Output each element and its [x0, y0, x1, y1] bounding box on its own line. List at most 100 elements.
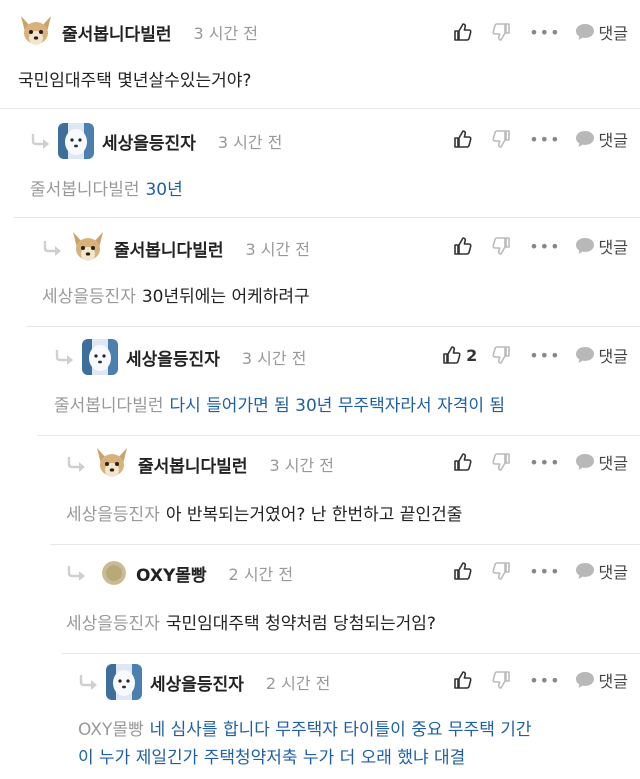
reply-button[interactable]: 댓글	[575, 668, 628, 692]
comment-body: 세상을등진자 국민임대주택 청약처럼 당첨되는거임?	[66, 609, 436, 634]
comment-author[interactable]: OXY몰빵	[136, 561, 207, 586]
dislike-button[interactable]	[491, 561, 511, 581]
reply-arrow-icon	[30, 133, 50, 149]
thumbs-down-icon	[491, 129, 511, 149]
like-button[interactable]	[453, 236, 477, 256]
thumbs-up-icon	[453, 22, 473, 42]
like-count: 2	[466, 345, 478, 365]
reply-label: 댓글	[598, 672, 628, 691]
comment-text: 아 반복되는거였어? 난 한번하고 끝인건줄	[165, 505, 463, 525]
like-button[interactable]	[453, 452, 477, 472]
speech-bubble-icon	[575, 453, 595, 471]
dislike-button[interactable]	[491, 345, 511, 365]
comment-body: OXY몰빵 네 심사를 합니다 무주택자 타이틀이 중요 무주택 기간 이 누가 …	[78, 716, 532, 772]
dislike-button[interactable]	[491, 452, 511, 472]
avatar[interactable]	[82, 339, 118, 375]
thumbs-up-icon	[442, 345, 462, 365]
dislike-button[interactable]	[491, 670, 511, 690]
mention-tag[interactable]: 세상을등진자	[66, 505, 160, 525]
thumbs-down-icon	[491, 345, 511, 365]
reply-arrow-icon	[66, 456, 86, 472]
comment-author[interactable]: 세상을등진자	[150, 670, 244, 695]
more-options-button[interactable]: •••	[529, 23, 560, 42]
speech-bubble-icon	[575, 671, 595, 689]
reply-button[interactable]: 댓글	[575, 343, 628, 367]
comment-item: 세상을등진자 2 시간 전 ••• 댓글 OXY몰빵 네 심사를 합니다 무주택자…	[0, 654, 640, 779]
reply-label: 댓글	[598, 563, 628, 582]
more-options-button[interactable]: •••	[529, 130, 560, 149]
comment-text-continued: 이 누가 제일긴가 주택청약저축 누가 더 오래 했냐 대결	[78, 748, 466, 768]
reply-arrow-icon	[54, 349, 74, 365]
comment-body: 줄서봅니다빌런 30년	[30, 175, 183, 200]
comment-author[interactable]: 줄서봅니다빌런	[138, 452, 247, 477]
comment-time: 3 시간 전	[217, 133, 283, 152]
comment-item: OXY몰빵 2 시간 전 ••• 댓글 세상을등진자 국민임대주택 청약처럼 당첨…	[0, 545, 640, 653]
speech-bubble-icon	[575, 23, 595, 41]
mention-tag[interactable]: 세상을등진자	[42, 287, 136, 307]
thumbs-up-icon	[453, 670, 473, 690]
mention-tag[interactable]: 줄서봅니다빌런	[54, 396, 163, 416]
dislike-button[interactable]	[491, 129, 511, 149]
comment-text: 네 심사를 합니다 무주택자 타이틀이 중요 무주택 기간	[149, 720, 532, 740]
thumbs-down-icon	[491, 561, 511, 581]
speech-bubble-icon	[575, 346, 595, 364]
mention-tag[interactable]: 세상을등진자	[66, 614, 160, 634]
reply-arrow-icon	[66, 565, 86, 581]
avatar[interactable]	[106, 664, 142, 700]
comment-time: 3 시간 전	[269, 456, 334, 475]
mention-tag[interactable]: OXY몰빵	[78, 720, 144, 740]
comment-text: 국민임대주택 몇년살수있는거야?	[18, 71, 252, 91]
comment-author[interactable]: 줄서봅니다빌런	[114, 236, 223, 261]
comment-author[interactable]: 세상을등진자	[126, 345, 220, 370]
comment-text: 30년뒤에는 어케하려구	[141, 287, 310, 307]
comment-text: 국민임대주택 청약처럼 당첨되는거임?	[165, 614, 436, 634]
comment-body: 줄서봅니다빌런 다시 들어가면 됨 30년 무주택자라서 자격이 됨	[54, 391, 505, 416]
avatar[interactable]	[18, 14, 54, 50]
reply-arrow-icon	[42, 240, 62, 256]
dislike-button[interactable]	[491, 22, 511, 42]
comment-item: 세상을등진자 3 시간 전 ••• 댓글 줄서봅니다빌런 30년	[0, 109, 640, 217]
thumbs-down-icon	[491, 22, 511, 42]
reply-button[interactable]: 댓글	[575, 20, 628, 44]
speech-bubble-icon	[575, 130, 595, 148]
reply-button[interactable]: 댓글	[575, 559, 628, 583]
like-button[interactable]: 2	[442, 345, 477, 365]
comment-text: 30년	[145, 180, 183, 200]
reply-button[interactable]: 댓글	[575, 450, 628, 474]
thumbs-down-icon	[491, 236, 511, 256]
comment-text: 다시 들어가면 됨 30년 무주택자라서 자격이 됨	[169, 396, 506, 416]
like-button[interactable]	[453, 561, 477, 581]
like-button[interactable]	[453, 129, 477, 149]
more-options-button[interactable]: •••	[529, 237, 560, 256]
comment-time: 3 시간 전	[241, 349, 307, 368]
comment-time: 3 시간 전	[193, 24, 258, 43]
like-button[interactable]	[453, 670, 477, 690]
thumbs-up-icon	[453, 236, 473, 256]
comment-author[interactable]: 줄서봅니다빌런	[62, 20, 171, 45]
comment-time: 2 시간 전	[265, 674, 331, 693]
comment-author[interactable]: 세상을등진자	[102, 129, 196, 154]
reply-label: 댓글	[598, 454, 628, 473]
more-options-button[interactable]: •••	[529, 562, 560, 581]
more-options-button[interactable]: •••	[529, 346, 560, 365]
reply-label: 댓글	[598, 347, 628, 366]
more-options-button[interactable]: •••	[529, 671, 560, 690]
reply-label: 댓글	[598, 131, 628, 150]
mention-tag[interactable]: 줄서봅니다빌런	[30, 180, 139, 200]
reply-button[interactable]: 댓글	[575, 234, 628, 258]
avatar[interactable]	[58, 123, 94, 159]
thumbs-down-icon	[491, 670, 511, 690]
avatar[interactable]	[94, 446, 130, 482]
comment-time: 3 시간 전	[245, 240, 310, 259]
reply-arrow-icon	[78, 674, 98, 690]
comment-item: 줄서봅니다빌런 3 시간 전 ••• 댓글 세상을등진자 아 반복되는거였어? 난…	[0, 436, 640, 544]
avatar[interactable]	[70, 230, 106, 266]
speech-bubble-icon	[575, 562, 595, 580]
comment-body: 세상을등진자 아 반복되는거였어? 난 한번하고 끝인건줄	[66, 500, 462, 525]
dislike-button[interactable]	[491, 236, 511, 256]
like-button[interactable]	[453, 22, 477, 42]
thumbs-up-icon	[453, 452, 473, 472]
reply-button[interactable]: 댓글	[575, 127, 628, 151]
more-options-button[interactable]: •••	[529, 453, 560, 472]
avatar[interactable]	[102, 561, 126, 585]
